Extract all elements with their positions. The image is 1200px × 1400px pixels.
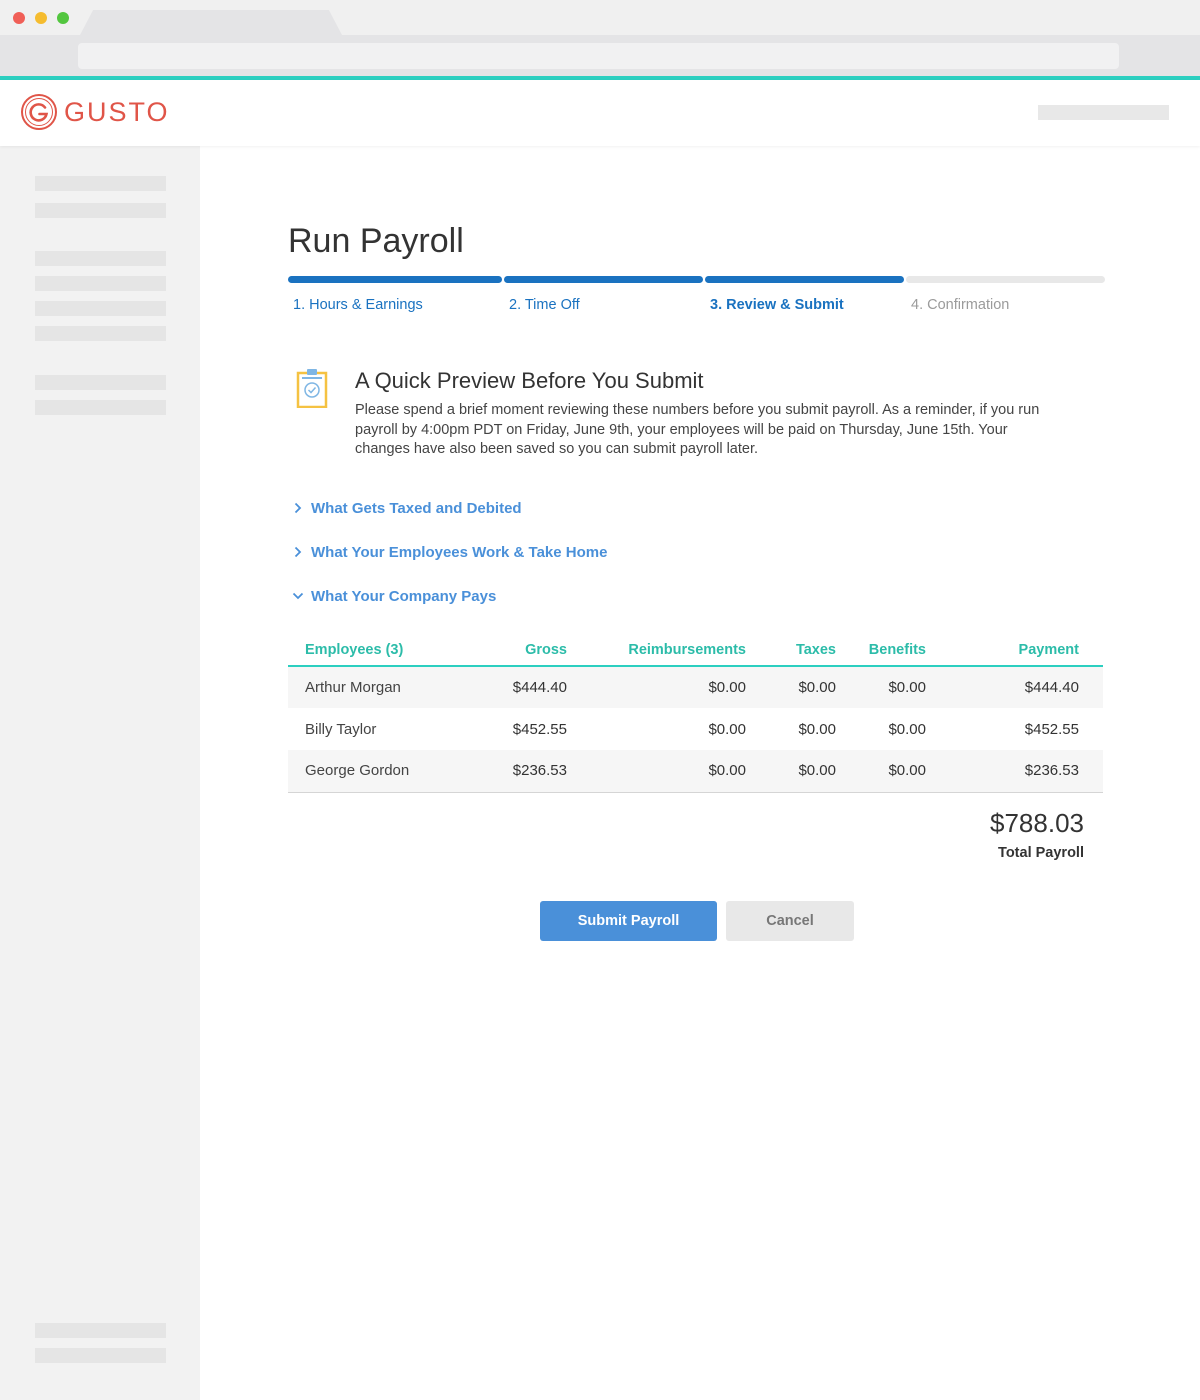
gusto-logo-icon [21,94,57,130]
employee-name: Arthur Morgan [288,666,431,708]
column-header-gross[interactable]: Gross [431,634,567,667]
sidebar-item[interactable] [35,326,166,341]
maximize-window-icon[interactable] [57,12,69,24]
accordion-employees-work[interactable]: What Your Employees Work & Take Home [292,541,792,563]
accordion-company-pays[interactable]: What Your Company Pays [292,585,792,607]
column-header-taxes[interactable]: Taxes [746,634,836,667]
gusto-logo[interactable]: GUSTO [20,92,170,132]
sidebar-item[interactable] [35,301,166,316]
total-payroll-label: Total Payroll [998,845,1084,861]
accordion-label: What Your Company Pays [311,587,497,605]
sidebar-item[interactable] [35,1323,166,1338]
taxes-cell: $0.00 [746,666,836,708]
close-window-icon[interactable] [13,12,25,24]
app-header: GUSTO [0,80,1200,146]
main-content: Run Payroll 1. Hours & Earnings 2. Time … [200,146,1200,1400]
step-label: 1. Hours & Earnings [293,297,423,313]
submit-payroll-button[interactable]: Submit Payroll [540,901,717,941]
preview-title: A Quick Preview Before You Submit [355,368,704,393]
step-hours-earnings[interactable]: 1. Hours & Earnings [288,276,502,316]
column-header-payment[interactable]: Payment [926,634,1103,667]
chevron-right-icon [294,546,302,558]
step-label: 2. Time Off [509,297,580,313]
accordion-taxed-debited[interactable]: What Gets Taxed and Debited [292,497,792,519]
sidebar-item[interactable] [35,251,166,266]
company-pays-table: Employees (3) Gross Reimbursements Taxes… [288,634,1103,793]
accordion-label: What Gets Taxed and Debited [311,499,522,517]
browser-toolbar [0,35,1200,76]
payment-cell: $452.55 [1024,720,1079,738]
employee-name: George Gordon [288,750,431,793]
taxes-cell: $0.00 [746,750,836,793]
payment-cell: $444.40 [926,666,1103,708]
minimize-window-icon[interactable] [35,12,47,24]
column-header-reimbursements[interactable]: Reimbursements [567,634,746,667]
step-progress-bar [504,276,703,283]
table-header-row: Employees (3) Gross Reimbursements Taxes… [288,634,1103,667]
payment-cell: $236.53 [926,750,1103,793]
chevron-down-icon [292,592,304,600]
benefits-cell: $0.00 [836,750,926,793]
reimbursements-cell: $0.00 [567,750,746,793]
step-label: 4. Confirmation [911,297,1010,313]
browser-tab[interactable] [80,10,342,35]
table-row: Billy Taylor $452.55 $0.00 $0.00 $0.00 $… [288,708,1103,750]
preview-body: Please spend a brief moment reviewing th… [355,402,1040,457]
step-confirmation: 4. Confirmation [906,276,1105,316]
step-progress-bar [288,276,502,283]
step-progress-bar [705,276,904,283]
gross-cell: $452.55 [512,720,567,738]
step-review-submit[interactable]: 3. Review & Submit [705,276,904,316]
sidebar-item[interactable] [35,1348,166,1363]
payroll-stepper: 1. Hours & Earnings 2. Time Off 3. Revie… [288,276,1105,316]
step-label: 3. Review & Submit [710,297,844,313]
chevron-right-icon [294,502,302,514]
benefits-cell: $0.00 [836,666,926,708]
reimbursements-cell: $0.00 [708,720,746,738]
step-time-off[interactable]: 2. Time Off [504,276,703,316]
sidebar-item[interactable] [35,375,166,390]
sidebar-item[interactable] [35,400,166,415]
table-row: Arthur Morgan $444.40 $0.00 $0.00 $0.00 … [288,666,1103,708]
cancel-button[interactable]: Cancel [726,901,854,941]
sidebar-item[interactable] [35,276,166,291]
table-row: George Gordon $236.53 $0.00 $0.00 $0.00 … [288,750,1103,793]
account-menu-placeholder[interactable] [1038,105,1169,120]
gross-cell: $236.53 [431,750,567,793]
reimbursements-cell: $0.00 [567,666,746,708]
browser-chrome [0,0,1200,80]
sidebar [0,146,200,1400]
accordion-label: What Your Employees Work & Take Home [311,543,608,561]
taxes-cell: $0.00 [798,720,836,738]
page-title: Run Payroll [288,222,464,260]
total-payroll-amount: $788.03 [990,808,1084,838]
sidebar-item[interactable] [35,176,166,191]
gross-cell: $444.40 [431,666,567,708]
brand-name: GUSTO [64,96,170,127]
address-bar[interactable] [78,43,1119,69]
column-header-employees[interactable]: Employees (3) [288,634,431,667]
clipboard-check-icon [296,369,328,408]
employee-name: Billy Taylor [305,720,377,738]
browser-tab-strip [0,0,1200,35]
benefits-cell: $0.00 [888,720,926,738]
step-progress-bar [906,276,1105,283]
column-header-benefits[interactable]: Benefits [836,634,926,667]
sidebar-item[interactable] [35,203,166,218]
